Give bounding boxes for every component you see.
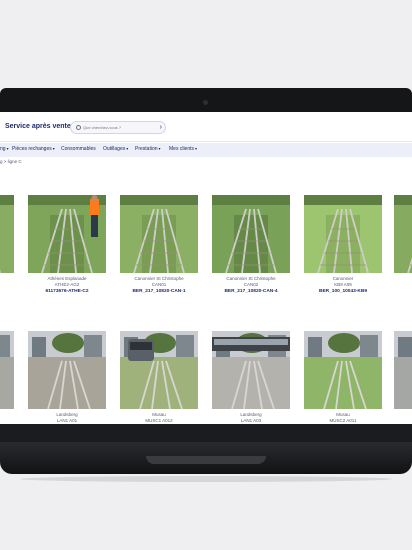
product-card[interactable] — [0, 195, 14, 278]
product-location: Landsberg — [56, 412, 78, 417]
product-card[interactable]: Canonnier St Christophe CAN01 BER_217_1082… — [120, 195, 198, 294]
nav-label: ng — [0, 146, 6, 152]
app-title[interactable]: Service après vente — [5, 123, 71, 130]
nav-item-outillages[interactable]: Outillages▾ — [103, 146, 128, 152]
product-card[interactable]: Athènes Esplanade ATHE2-AG2 61173676-ATHE-… — [28, 195, 106, 294]
nav-item-mes-clients[interactable]: Mes clients▾ — [169, 146, 197, 152]
product-photo[interactable] — [212, 195, 290, 273]
product-photo[interactable] — [304, 331, 382, 409]
product-card[interactable]: Landsberg LAN1 A01 — [28, 331, 106, 423]
app-header: Service après vente › — [0, 112, 412, 142]
product-card[interactable]: Landsberg LAN1 A03 — [212, 331, 290, 423]
product-location: Canonnier St Christophe — [226, 276, 276, 281]
nav-label: Mes clients — [169, 146, 195, 152]
product-code: MUSC1 A012 — [145, 418, 173, 423]
product-code: CAN02 — [243, 282, 259, 287]
product-card[interactable]: Musau MUSC2 A011 — [304, 331, 382, 423]
nav-label: Prestation — [135, 146, 158, 152]
product-photo[interactable] — [0, 195, 14, 273]
chevron-down-icon: ▾ — [158, 146, 161, 151]
chevron-right-icon[interactable]: › — [160, 123, 162, 133]
product-code: LAN1 A01 — [56, 418, 78, 423]
product-card[interactable] — [394, 331, 412, 413]
product-reference[interactable]: BER_217_10820-CAN-4 — [212, 289, 290, 294]
product-location: La — [394, 276, 412, 281]
chevron-down-icon: ▾ — [126, 146, 129, 151]
laptop-screen: Service après vente › ng▾ Pièces rechang… — [0, 112, 412, 424]
screen-bezel-bottom — [0, 424, 412, 442]
product-reference[interactable]: BER_217_10820-CAN-1 — [120, 289, 198, 294]
product-code: CAN01 — [151, 282, 167, 287]
product-photo[interactable] — [120, 331, 198, 409]
product-code: LAN1 A03 — [240, 418, 262, 423]
product-location: Musau — [152, 412, 166, 417]
product-photo[interactable] — [394, 331, 412, 409]
product-photo[interactable] — [304, 195, 382, 273]
product-photo[interactable] — [120, 195, 198, 273]
breadcrumb[interactable]: g > ligne C — [0, 159, 22, 167]
product-location: Musau — [336, 412, 350, 417]
main-nav: ng▾ Pièces rechanges▾ Consommables Outil… — [0, 143, 412, 157]
product-card[interactable]: La — [394, 195, 412, 283]
nav-label: Consommables — [61, 146, 96, 152]
product-card[interactable]: Canonnier KB9 A09 BER_100_10043-KB9 — [304, 195, 382, 294]
product-code: KB9 A09 — [334, 282, 352, 287]
product-location: Canonnier St Christophe — [134, 276, 184, 281]
product-reference[interactable]: BER_100_10043-KB9 — [304, 289, 382, 294]
product-location: Canonnier — [332, 276, 354, 281]
product-photo[interactable] — [0, 331, 14, 409]
nav-label: Pièces rechanges — [12, 146, 52, 152]
product-card[interactable] — [0, 331, 14, 413]
laptop-notch — [146, 456, 266, 464]
chevron-down-icon: ▾ — [195, 146, 198, 151]
product-photo[interactable] — [212, 331, 290, 409]
product-location: Athènes Esplanade — [47, 276, 87, 281]
search-input[interactable] — [83, 125, 153, 130]
laptop-mockup: Service après vente › ng▾ Pièces rechang… — [0, 0, 412, 550]
nav-label: Outillages — [103, 146, 126, 152]
product-card[interactable]: Musau MUSC1 A012 — [120, 331, 198, 423]
product-photo[interactable] — [28, 331, 106, 409]
webcam — [203, 100, 208, 105]
product-card[interactable]: Canonnier St Christophe CAN02 BER_217_1082… — [212, 195, 290, 294]
chevron-down-icon: ▾ — [6, 146, 9, 151]
nav-item-catalogue[interactable]: ng▾ — [0, 146, 9, 152]
product-reference[interactable]: 61173676-ATHE-C2 — [28, 289, 106, 294]
nav-item-prestation[interactable]: Prestation▾ — [135, 146, 161, 152]
product-code: ATHE2-AG2 — [54, 282, 80, 287]
search-icon — [76, 125, 81, 130]
product-code: MUSC2 A011 — [329, 418, 357, 423]
nav-item-pieces-rechanges[interactable]: Pièces rechanges▾ — [12, 146, 55, 152]
nav-item-consommables[interactable]: Consommables — [61, 146, 97, 152]
search-box[interactable]: › — [70, 121, 166, 134]
chevron-down-icon: ▾ — [52, 146, 55, 151]
product-location: Landsberg — [240, 412, 262, 417]
product-photo[interactable] — [28, 195, 106, 273]
laptop-shadow — [20, 476, 392, 482]
product-photo[interactable] — [394, 195, 412, 273]
